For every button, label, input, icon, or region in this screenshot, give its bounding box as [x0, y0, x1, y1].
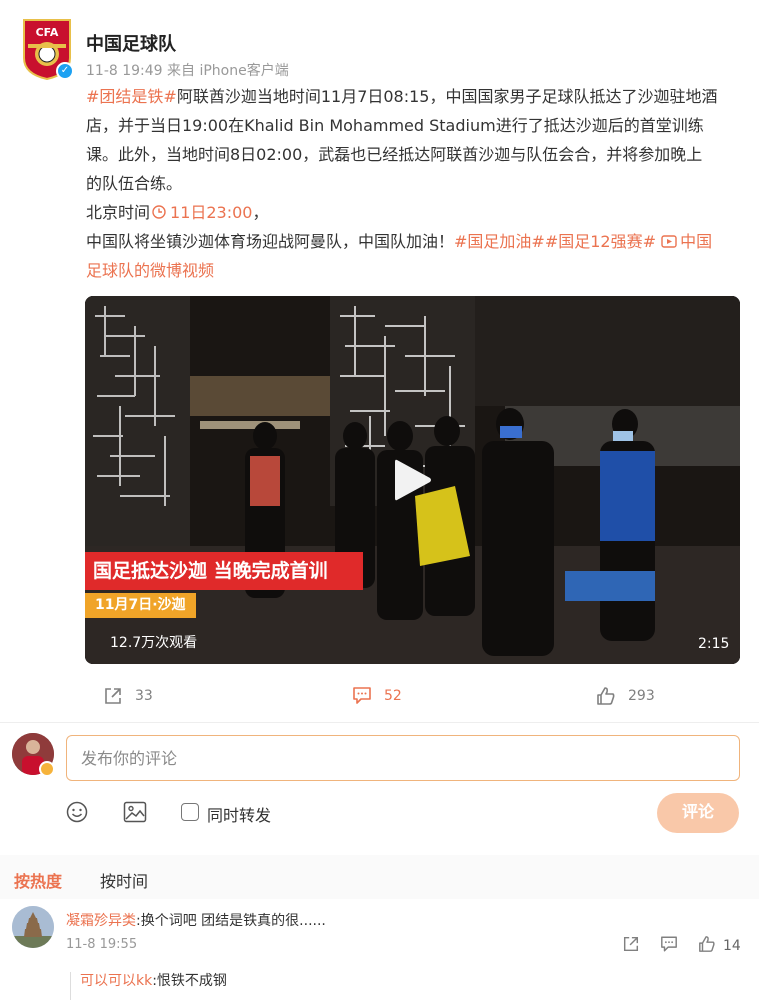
sort-by-time-tab[interactable]: 按时间 — [100, 868, 148, 892]
submit-comment-button[interactable]: 评论 — [657, 793, 739, 833]
comment-input[interactable] — [66, 735, 740, 781]
emoji-icon[interactable] — [66, 801, 88, 823]
reply-item: 可以可以kk:恨铁不成钢 — [80, 970, 227, 990]
comment-reply-icon[interactable] — [660, 935, 678, 953]
comment-text: :换个词吧 团结是铁真的很...... — [136, 913, 326, 929]
reply-username[interactable]: 可以可以kk — [80, 973, 152, 989]
cfa-logo-text: CFA — [36, 26, 59, 39]
commenter-avatar[interactable] — [12, 906, 54, 948]
thumbs-up-icon — [597, 687, 615, 705]
verified-badge-icon: ✓ — [56, 62, 74, 80]
video-source-link-cont[interactable]: 足球队的微博视频 — [86, 256, 741, 285]
sort-by-hot-tab[interactable]: 按热度 — [14, 868, 62, 892]
comment-like-count: 14 — [723, 938, 741, 954]
comment-like-icon[interactable] — [698, 935, 716, 953]
repost-button[interactable]: 33 — [103, 686, 153, 706]
comment-time: 11-8 19:55 — [66, 937, 138, 952]
post-text-line3: 课。此外，当地时间8日02:00，武磊也已经抵达阿联酋沙迦与队伍会合，并将参加晚… — [86, 145, 703, 164]
post-text-line2: 店，并于当日19:00在Khalid Bin Mohammed Stadium进… — [86, 116, 704, 135]
video-link-icon — [661, 235, 677, 248]
hashtag-national-team[interactable]: #国足加油##国足12强赛# — [454, 232, 656, 251]
author-avatar[interactable]: CFA ✓ — [20, 18, 74, 81]
clock-icon — [152, 205, 166, 219]
comment-icon — [353, 687, 371, 704]
share-icon — [105, 688, 121, 704]
author-name[interactable]: 中国足球队 — [86, 30, 176, 56]
like-count: 293 — [628, 688, 655, 704]
divider — [0, 722, 759, 723]
image-icon[interactable] — [123, 801, 147, 823]
repost-checkbox[interactable] — [181, 803, 199, 821]
pagoda-photo-icon — [12, 906, 54, 948]
comment-item: 凝霜殄异类:换个词吧 团结是铁真的很...... — [66, 910, 326, 930]
post-text-line1: 阿联酋沙迦当地时间11月7日08:15，中国国家男子足球队抵达了沙迦驻地酒 — [176, 87, 718, 106]
post-body: #团结是铁#阿联酋沙迦当地时间11月7日08:15，中国国家男子足球队抵达了沙迦… — [86, 82, 741, 285]
post-text-line6: 中国队将坐镇沙迦体育场迎战阿曼队，中国队加油！ — [86, 232, 455, 251]
post-meta: 11-8 19:49 来自 iPhone客户端 — [86, 63, 289, 79]
post-text-line4: 的队伍合练。 — [86, 174, 183, 193]
video-duration: 2:15 — [698, 636, 730, 652]
post-text-line5: 北京时间 — [86, 203, 151, 222]
user-level-badge-icon — [39, 761, 55, 777]
comment-button[interactable]: 52 — [352, 686, 402, 705]
play-icon[interactable] — [393, 457, 433, 503]
comment-username[interactable]: 凝霜殄异类 — [66, 913, 136, 929]
like-button[interactable]: 293 — [596, 686, 655, 706]
repost-count: 33 — [135, 688, 153, 704]
comment-count: 52 — [384, 687, 402, 704]
repost-checkbox-label[interactable]: 同时转发 — [207, 802, 271, 826]
video-caption-date: 11月7日·沙迦 — [85, 593, 196, 618]
video-caption-title: 国足抵达沙迦 当晚完成首训 — [85, 552, 363, 590]
hashtag-unity[interactable]: #团结是铁# — [86, 87, 177, 106]
reply-text: :恨铁不成钢 — [152, 973, 227, 989]
video-view-count: 12.7万次观看 — [110, 635, 198, 651]
comment-share-icon[interactable] — [622, 935, 640, 953]
video-source-link[interactable]: 中国 — [661, 232, 712, 251]
reply-thread-line — [70, 972, 71, 1000]
time-link[interactable]: 11日23:00 — [150, 203, 253, 222]
